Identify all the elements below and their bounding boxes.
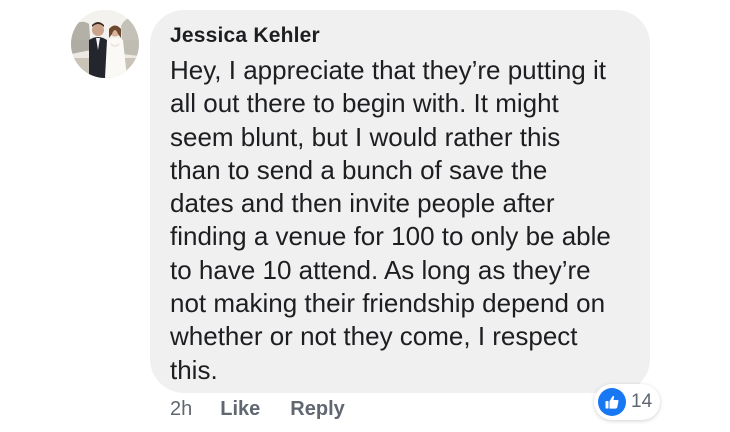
reply-button[interactable]: Reply	[290, 398, 344, 421]
comment-line: Hey, I appreciate that they’re putting i…	[170, 55, 606, 85]
reaction-count: 14	[631, 391, 653, 412]
author-name[interactable]: Jessica Kehler	[170, 24, 320, 48]
thumbs-up-icon	[598, 388, 626, 416]
comment-line: dates and then invite people after	[170, 188, 555, 219]
comment-line: all out there to begin with. It might	[170, 88, 559, 119]
reaction-summary[interactable]: 14	[594, 384, 661, 420]
comment-line: to have 10 attend. As long as they’re	[170, 254, 591, 285]
timestamp[interactable]: 2h	[170, 398, 192, 421]
comment-line: this.	[170, 354, 218, 385]
comment-text: Hey, I appreciate that they’re putting i…	[170, 54, 645, 387]
comment-line: whether or not they come, I respect	[170, 321, 578, 352]
avatar[interactable]	[71, 10, 139, 78]
like-button[interactable]: Like	[220, 398, 260, 421]
comment-line: finding a venue for 100 to only be able	[170, 221, 611, 252]
comment-line: not making their friendship depend on	[170, 288, 606, 319]
comment-line: than to send a bunch of save the	[170, 154, 548, 185]
comment-line: seem blunt, but I would rather this	[170, 121, 561, 152]
avatar-photo	[71, 10, 139, 78]
comment-actions: 2h Like Reply	[170, 398, 375, 421]
comment: Jessica Kehler Hey, I appreciate that th…	[0, 0, 730, 432]
